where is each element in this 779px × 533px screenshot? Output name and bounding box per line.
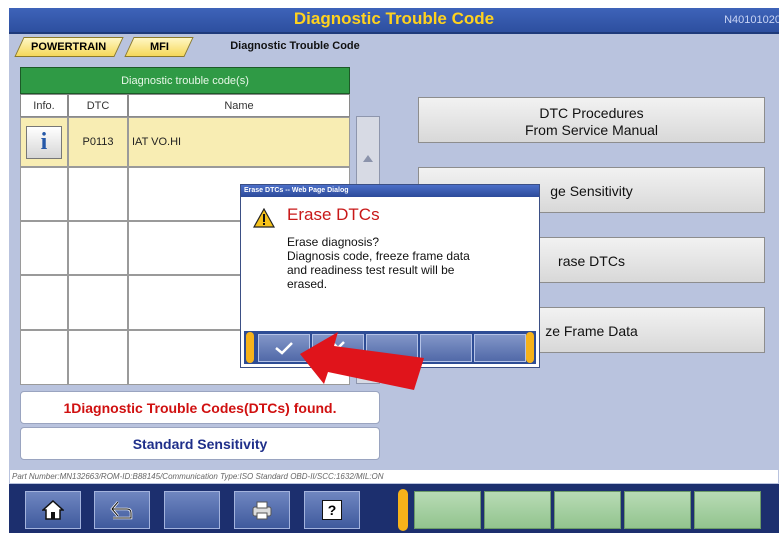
function-key-2[interactable] [484,491,551,529]
dtc-procedures-button[interactable]: DTC Procedures From Service Manual [418,97,765,143]
function-key-4[interactable] [624,491,691,529]
breadcrumb: POWERTRAIN MFI Diagnostic Trouble Code [9,36,779,57]
function-key-3[interactable] [554,491,621,529]
scroll-up-icon[interactable] [357,147,379,177]
dialog-bar-edge-right [526,332,534,363]
screen-code: N40101020 [724,14,779,26]
col-header-dtc: DTC [68,94,128,117]
col-header-info: Info. [20,94,68,117]
breadcrumb-mfi[interactable]: MFI [124,37,194,57]
dialog-heading: Erase DTCs [287,205,380,224]
home-button[interactable] [25,491,81,529]
dialog-blank-button-3 [474,334,526,362]
warning-icon [253,208,275,228]
info-button[interactable]: i [26,126,62,159]
pointer-arrow-icon [300,332,424,390]
sensitivity-status: Standard Sensitivity [20,427,380,460]
dtc-code: P0113 [68,117,128,167]
dialog-message: Erase diagnosis? Diagnosis code, freeze … [287,235,470,291]
back-button[interactable] [94,491,150,529]
function-key-5[interactable] [694,491,761,529]
back-arrow-icon [110,501,133,520]
print-button[interactable] [234,491,290,529]
col-header-name: Name [128,94,350,117]
dialog-bar-edge-left [246,332,254,363]
window-title: Diagnostic Trouble Code [293,9,495,28]
dtc-name: IAT VO.HI [128,117,350,167]
help-icon: ? [322,500,342,520]
ok-check-icon [275,342,293,355]
app-screen: Diagnostic Trouble Code N40101020 POWERT… [9,8,779,533]
footer-divider [398,489,408,531]
dialog-titlebar: Erase DTCs -- Web Page Dialog [241,185,539,197]
function-key-1[interactable] [414,491,481,529]
footer-toolbar: ? [9,484,779,533]
home-icon [42,499,64,520]
table-caption: Diagnostic trouble code(s) [20,67,350,94]
info-icon: i [40,129,48,155]
help-button[interactable]: ? [304,491,360,529]
breadcrumb-powertrain[interactable]: POWERTRAIN [14,37,124,57]
title-bar: Diagnostic Trouble Code N40101020 [9,8,779,34]
part-number-line: Part Number:MN132663/ROM-ID:B88145/Commu… [10,470,778,483]
print-icon [252,501,272,520]
breadcrumb-current: Diagnostic Trouble Code [230,40,360,52]
blank-button[interactable] [164,491,220,529]
